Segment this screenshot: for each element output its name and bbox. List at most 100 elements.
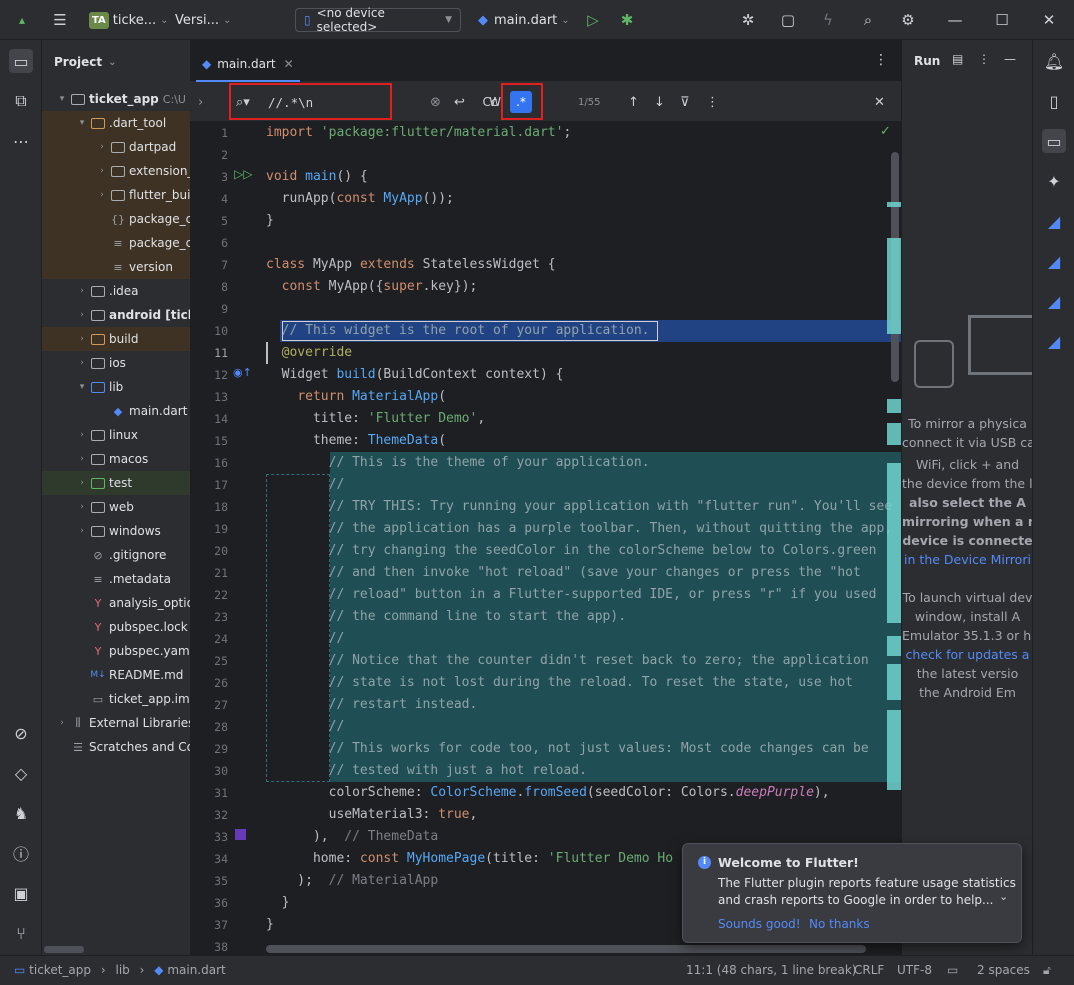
- flutter-performance-icon[interactable]: ◢: [1042, 289, 1066, 313]
- tab-options-icon[interactable]: ⋮: [874, 52, 888, 68]
- override-gutter-icon[interactable]: ◉↑: [233, 366, 252, 379]
- minimize-icon[interactable]: —: [945, 10, 965, 30]
- indent-setting[interactable]: 2 spaces: [977, 963, 1030, 977]
- horizontal-scrollbar[interactable]: [266, 945, 866, 953]
- more-icon[interactable]: ⋮: [978, 52, 990, 66]
- line-number: 34: [214, 852, 228, 866]
- running-devices-icon[interactable]: ▭: [1042, 129, 1066, 153]
- caret-position[interactable]: 11:1 (48 chars, 1 line break): [686, 963, 856, 977]
- logcat-icon[interactable]: ♞: [9, 801, 33, 825]
- flutter-inspector-icon[interactable]: ◢: [1042, 209, 1066, 233]
- structure-icon[interactable]: ⧉: [9, 89, 33, 113]
- tree-item[interactable]: › windows: [42, 519, 190, 543]
- run-icon[interactable]: ▷: [583, 10, 603, 30]
- tree-item[interactable]: › linux: [42, 423, 190, 447]
- hide-panel-icon[interactable]: —: [1004, 52, 1016, 66]
- git-icon[interactable]: ⑂: [9, 921, 33, 945]
- layout-icon[interactable]: ▤: [952, 52, 963, 66]
- tree-item[interactable]: ▾ .dart_tool: [42, 111, 190, 135]
- breadcrumb-dir[interactable]: lib: [115, 963, 129, 977]
- tree-item[interactable]: › dartpad: [42, 135, 190, 159]
- gemini-icon[interactable]: ✦: [1042, 169, 1066, 193]
- lock-icon[interactable]: 🔓︎: [1043, 963, 1051, 978]
- tree-item[interactable]: ◆ main.dart: [42, 399, 190, 423]
- tree-item[interactable]: ≡ version: [42, 255, 190, 279]
- close-tab-icon[interactable]: ✕: [284, 57, 294, 71]
- code-area[interactable]: import 'package:flutter/material.dart'; …: [260, 122, 901, 955]
- markdown-file-icon: M↓: [90, 670, 106, 680]
- tree-item[interactable]: ⊘ .gitignore: [42, 543, 190, 567]
- more-options-icon[interactable]: ⋮: [706, 92, 719, 112]
- flutter-deeplinks-icon[interactable]: ◢: [1042, 329, 1066, 353]
- tree-item[interactable]: › ios: [42, 351, 190, 375]
- project-panel-header[interactable]: Project ⌄: [42, 40, 190, 84]
- vcs-widget[interactable]: Versi... ⌄: [175, 8, 231, 32]
- tree-root[interactable]: ▾ ticket_app C:\U: [42, 87, 190, 111]
- line-separator[interactable]: CRLF: [854, 963, 884, 977]
- previous-match-icon[interactable]: ↑: [628, 92, 639, 112]
- editor-tab[interactable]: ◆ main.dart ✕: [196, 48, 300, 82]
- run-gutter-icon[interactable]: ▷▷: [234, 167, 252, 181]
- clear-search-icon[interactable]: ⊗: [430, 92, 441, 112]
- build-variants-icon[interactable]: ⊘: [9, 721, 33, 745]
- close-find-icon[interactable]: ✕: [874, 92, 885, 112]
- tree-item[interactable]: › extension_: [42, 159, 190, 183]
- tree-item[interactable]: Ypubspec.yaml: [42, 639, 190, 663]
- read-only-icon[interactable]: ▭: [947, 963, 958, 977]
- tree-item[interactable]: ≡ package_co: [42, 231, 190, 255]
- breadcrumb-project[interactable]: ticket_app: [29, 963, 91, 977]
- device-selector[interactable]: ▯ <no device selected> ▼: [295, 6, 461, 34]
- tree-item[interactable]: › web: [42, 495, 190, 519]
- tree-item[interactable]: › android [ticke: [42, 303, 190, 327]
- project-folder-icon[interactable]: ▭: [9, 49, 33, 73]
- tree-item[interactable]: Yanalysis_option: [42, 591, 190, 615]
- file-encoding[interactable]: UTF-8: [897, 963, 932, 977]
- flutter-outline-icon[interactable]: ◢: [1042, 249, 1066, 273]
- sounds-good-link[interactable]: Sounds good!: [718, 917, 801, 931]
- notifications-icon[interactable]: 🔔︎: [1042, 49, 1066, 73]
- breadcrumb-file[interactable]: main.dart: [167, 963, 225, 977]
- tree-item[interactable]: Ypubspec.lock: [42, 615, 190, 639]
- words-button[interactable]: W: [488, 92, 502, 112]
- folder-icon: [110, 140, 126, 154]
- lightning-icon[interactable]: ϟ: [818, 10, 838, 30]
- no-thanks-link[interactable]: No thanks: [809, 917, 870, 931]
- info-icon: i: [698, 856, 711, 869]
- filter-icon[interactable]: ⊽: [680, 92, 690, 112]
- close-window-icon[interactable]: ✕: [1039, 10, 1059, 30]
- bug-icon[interactable]: ✲: [738, 10, 758, 30]
- device-manager-icon[interactable]: ▯: [1042, 89, 1066, 113]
- gem-icon[interactable]: ◇: [9, 761, 33, 785]
- check-updates-link[interactable]: check for updates a: [902, 645, 1032, 664]
- tree-item[interactable]: › .idea: [42, 279, 190, 303]
- tree-item[interactable]: › macos: [42, 447, 190, 471]
- more-icon[interactable]: ⋯: [9, 129, 33, 153]
- tree-item[interactable]: {} package_co: [42, 207, 190, 231]
- tree-item[interactable]: ☰ Scratches and Co: [42, 735, 190, 759]
- tree-item[interactable]: › build: [42, 327, 190, 351]
- settings-icon[interactable]: ⚙: [898, 10, 918, 30]
- device-mirroring-link[interactable]: in the Device Mirrori: [902, 550, 1032, 569]
- hot-reload-file-icon[interactable]: ▢: [778, 10, 798, 30]
- problems-icon[interactable]: ⓘ: [9, 841, 33, 865]
- tree-item[interactable]: ▭ ticket_app.iml: [42, 687, 190, 711]
- tree-item[interactable]: › flutter_buil: [42, 183, 190, 207]
- project-switcher[interactable]: TA ticke... ⌄: [89, 8, 169, 32]
- tree-item[interactable]: › test: [42, 471, 190, 495]
- main-menu-icon[interactable]: ☰: [50, 10, 70, 30]
- search-icon[interactable]: ⌕: [858, 10, 878, 30]
- new-line-icon[interactable]: ↩: [454, 92, 465, 112]
- tree-item[interactable]: M↓ README.md: [42, 663, 190, 687]
- horizontal-scrollbar[interactable]: [44, 946, 84, 953]
- color-swatch-icon[interactable]: [235, 829, 246, 840]
- debug-icon[interactable]: ✱: [617, 10, 637, 30]
- next-match-icon[interactable]: ↓: [654, 92, 665, 112]
- expand-replace-icon[interactable]: ›: [198, 92, 203, 112]
- maximize-icon[interactable]: ☐: [992, 10, 1012, 30]
- tree-item[interactable]: › ⫼ External Libraries: [42, 711, 190, 735]
- run-config-selector[interactable]: ◆ main.dart ⌄: [478, 8, 570, 32]
- tree-item[interactable]: ▾ lib: [42, 375, 190, 399]
- tree-item[interactable]: ≡ .metadata: [42, 567, 190, 591]
- terminal-icon[interactable]: ▣: [9, 881, 33, 905]
- expand-notification-icon[interactable]: ⌄: [999, 890, 1008, 903]
